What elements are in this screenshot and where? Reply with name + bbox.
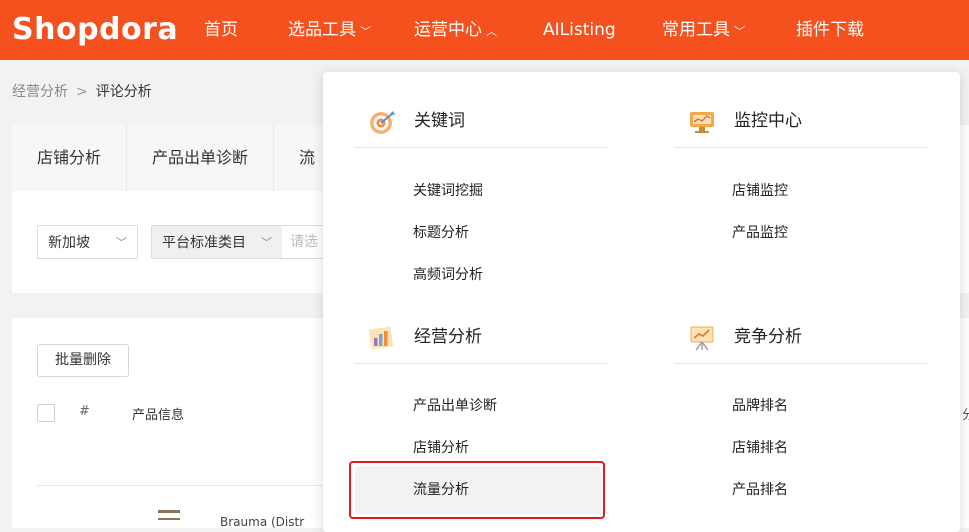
category-competition-header: 竞争分析 [674,311,927,364]
nav-ailisting-label: AIListing [543,20,616,40]
product-title-partial[interactable]: Brauma (Distr [220,515,304,529]
category-competition-title: 竞争分析 [734,327,802,347]
breadcrumb: 经营分析 > 评论分析 [12,82,152,102]
chevron-down-icon: ﹀ [360,25,371,38]
nav-home-label: 首页 [204,20,238,40]
menu-item-store-analysis[interactable]: 店铺分析 [413,438,469,458]
chevron-down-icon: ﹀ [261,236,272,249]
tab-store-analysis[interactable]: 店铺分析 [12,125,128,191]
menu-item-product-order-diagnosis[interactable]: 产品出单诊断 [413,396,497,416]
nav-product-selection-tools[interactable]: 选品工具 ﹀ [288,0,371,60]
menu-item-brand-ranking[interactable]: 品牌排名 [732,396,788,416]
column-header-partial: 分 [962,408,969,423]
nav-plugin-download-label: 插件下载 [796,20,864,40]
nav-operations-center-label: 运营中心 [414,20,482,40]
menu-item-title-analysis[interactable]: 标题分析 [413,223,469,243]
category-type-select[interactable]: 平台标准类目 ﹀ [151,225,283,259]
nav-home[interactable]: 首页 [204,0,238,60]
nav-common-tools-label: 常用工具 [662,20,730,40]
nav-plugin-download[interactable]: 插件下载 [796,0,864,60]
chevron-down-icon: ﹀ [734,25,745,38]
tab-product-order-diagnosis[interactable]: 产品出单诊断 [127,125,275,191]
nav-operations-center[interactable]: 运营中心 ︿ [414,0,497,60]
column-header-index: # [79,404,90,419]
category-keywords-header: 关键词 [354,95,607,148]
bar-chart-icon [368,326,394,350]
menu-item-keyword-mining[interactable]: 关键词挖掘 [413,181,483,201]
select-all-checkbox[interactable] [37,404,55,422]
nav-ailisting[interactable]: AIListing [543,0,616,60]
category-business-analysis-title: 经营分析 [414,327,482,347]
product-thumbnail[interactable] [158,510,180,520]
breadcrumb-separator: > [76,84,88,100]
nav-common-tools[interactable]: 常用工具 ﹀ [662,0,745,60]
region-select-value: 新加坡 [48,235,90,251]
analysis-tabs: 店铺分析 产品出单诊断 流 [12,125,342,191]
shopdora-logo[interactable]: Shopdora [12,10,178,50]
category-monitoring-title: 监控中心 [734,111,802,131]
menu-item-frequent-words[interactable]: 高频词分析 [413,265,483,285]
category-type-value: 平台标准类目 [162,235,246,251]
region-select[interactable]: 新加坡 ﹀ [37,225,138,259]
chevron-up-icon: ︿ [486,25,497,38]
menu-item-product-ranking[interactable]: 产品排名 [732,480,788,500]
category-keywords-title: 关键词 [414,111,465,131]
menu-item-store-monitoring[interactable]: 店铺监控 [732,181,788,201]
menu-item-product-monitoring[interactable]: 产品监控 [732,223,788,243]
target-icon [370,111,395,134]
category-input-placeholder: 请选 [290,234,318,250]
monitor-icon [690,112,714,133]
chevron-down-icon: ﹀ [116,236,127,249]
table-row-divider [37,485,337,486]
highlight-annotation-box [349,461,605,519]
nav-product-selection-tools-label: 选品工具 [288,20,356,40]
breadcrumb-current: 评论分析 [95,84,152,100]
category-monitoring-header: 监控中心 [674,95,927,148]
menu-item-store-ranking[interactable]: 店铺排名 [732,438,788,458]
batch-delete-button[interactable]: 批量删除 [37,344,129,377]
top-navbar: Shopdora 首页 选品工具 ﹀ 运营中心 ︿ AIListing 常用工具 ﹀ … [0,0,969,60]
breadcrumb-parent[interactable]: 经营分析 [12,84,68,100]
column-header-product-info: 产品信息 [132,408,185,423]
category-business-analysis-header: 经营分析 [354,311,607,364]
presentation-icon [690,326,714,351]
